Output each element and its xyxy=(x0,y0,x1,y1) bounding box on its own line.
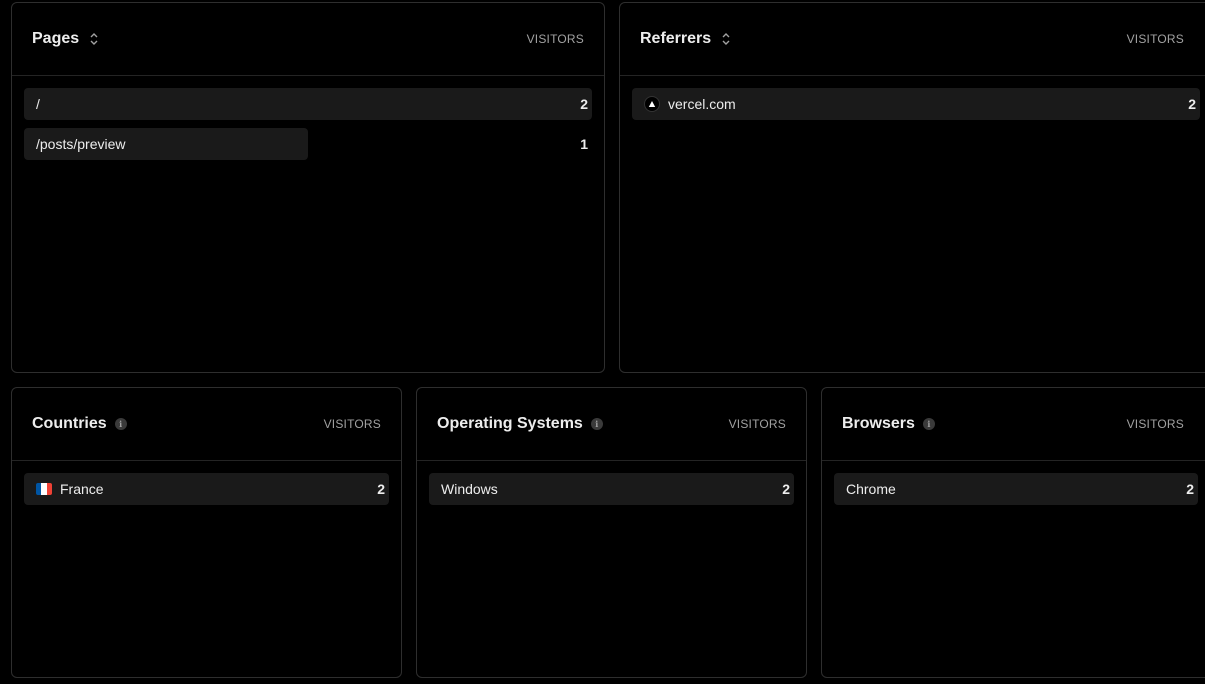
pages-column-label: VISITORS xyxy=(526,32,584,46)
list-item[interactable]: Windows 2 xyxy=(429,473,794,505)
row-label: Chrome xyxy=(846,481,896,497)
browsers-rows: Chrome 2 xyxy=(822,461,1205,525)
countries-panel-header: Countries i VISITORS xyxy=(12,388,401,461)
referrers-column-label: VISITORS xyxy=(1126,32,1184,46)
row-value: 2 xyxy=(377,481,385,497)
browsers-panel-header: Browsers i VISITORS xyxy=(822,388,1205,461)
countries-column-label: VISITORS xyxy=(323,417,381,431)
list-item[interactable]: France 2 xyxy=(24,473,389,505)
info-icon[interactable]: i xyxy=(922,418,935,430)
referrers-rows: vercel.com 2 xyxy=(620,76,1205,140)
flag-france-icon xyxy=(36,483,52,495)
sort-chevrons-icon[interactable] xyxy=(719,30,733,48)
row-value: 2 xyxy=(782,481,790,497)
row-value: 2 xyxy=(1188,96,1196,112)
pages-rows: / 2 /posts/preview 1 xyxy=(12,76,604,180)
countries-title-wrap: Countries i xyxy=(32,415,127,433)
row-value: 2 xyxy=(1186,481,1194,497)
browsers-title-wrap: Browsers i xyxy=(842,415,935,433)
info-icon[interactable]: i xyxy=(590,418,603,430)
list-item[interactable]: vercel.com 2 xyxy=(632,88,1200,120)
os-column-label: VISITORS xyxy=(728,417,786,431)
row-label-wrap: Windows xyxy=(429,481,498,497)
os-panel: Operating Systems i VISITORS Windows 2 xyxy=(416,387,807,678)
referrers-title-wrap: Referrers xyxy=(640,30,733,48)
row-label-wrap: vercel.com xyxy=(632,96,736,112)
vercel-triangle-icon xyxy=(644,96,660,112)
list-item[interactable]: / 2 xyxy=(24,88,592,120)
list-item[interactable]: Chrome 2 xyxy=(834,473,1198,505)
browsers-column-label: VISITORS xyxy=(1126,417,1184,431)
row-label: vercel.com xyxy=(668,96,736,112)
row-label-wrap: Chrome xyxy=(834,481,896,497)
countries-rows: France 2 xyxy=(12,461,401,525)
row-label: Windows xyxy=(441,481,498,497)
browsers-panel: Browsers i VISITORS Chrome 2 xyxy=(821,387,1205,678)
os-rows: Windows 2 xyxy=(417,461,806,525)
row-value: 1 xyxy=(580,136,588,152)
row-label-wrap: / xyxy=(24,96,40,112)
os-panel-title: Operating Systems xyxy=(437,415,583,432)
referrers-panel: Referrers VISITORS vercel.com 2 xyxy=(619,2,1205,373)
referrers-panel-title: Referrers xyxy=(640,30,712,47)
pages-panel-title: Pages xyxy=(32,30,80,47)
pages-panel-header: Pages VISITORS xyxy=(12,3,604,76)
os-panel-header: Operating Systems i VISITORS xyxy=(417,388,806,461)
list-item[interactable]: /posts/preview 1 xyxy=(24,128,592,160)
row-label-wrap: /posts/preview xyxy=(24,136,125,152)
pages-panel: Pages VISITORS / 2 /posts/preview 1 xyxy=(11,2,605,373)
browsers-panel-title: Browsers xyxy=(842,415,915,432)
pages-title-wrap: Pages xyxy=(32,30,101,48)
row-label: France xyxy=(60,481,104,497)
row-label: /posts/preview xyxy=(36,136,126,152)
row-label: / xyxy=(36,96,40,112)
row-value: 2 xyxy=(580,96,588,112)
referrers-panel-header: Referrers VISITORS xyxy=(620,3,1205,76)
countries-panel: Countries i VISITORS France 2 xyxy=(11,387,402,678)
os-title-wrap: Operating Systems i xyxy=(437,415,603,433)
row-bar xyxy=(24,88,592,120)
countries-panel-title: Countries xyxy=(32,415,107,432)
row-label-wrap: France xyxy=(24,481,104,497)
info-icon[interactable]: i xyxy=(114,418,127,430)
sort-chevrons-icon[interactable] xyxy=(87,30,101,48)
